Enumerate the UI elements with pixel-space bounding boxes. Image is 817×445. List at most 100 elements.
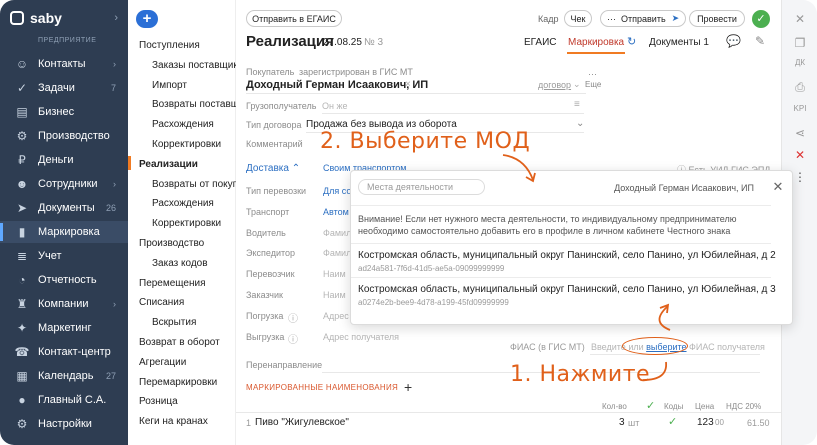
more-dots-icon[interactable]: ···	[588, 69, 597, 79]
field-value[interactable]: Для со	[323, 186, 351, 196]
submenu-item[interactable]: Заказ кодов	[152, 258, 236, 269]
submenu-item[interactable]: Импорт	[152, 80, 236, 91]
submenu-item[interactable]: Производство	[139, 238, 239, 249]
info-icon[interactable]: ⓘ	[288, 310, 298, 325]
nav-item-9[interactable]: ◔ Отчетность	[0, 269, 128, 291]
dk-icon[interactable]: ДК	[782, 58, 817, 67]
submenu-item[interactable]: Возвраты поставщикам	[152, 99, 236, 110]
nav-item-5[interactable]: ☻ Сотрудники ›	[0, 173, 128, 195]
row-price[interactable]: 123	[697, 417, 714, 428]
field-value[interactable]: Наим	[323, 269, 346, 279]
nav-item-3[interactable]: ⚙ Производство	[0, 125, 128, 147]
submenu-item[interactable]: Расхождения	[152, 198, 236, 209]
print-icon[interactable]: ⎙	[782, 80, 817, 95]
tab-documents[interactable]: Документы 1	[649, 37, 709, 48]
submenu-item[interactable]: Перемаркировки	[139, 377, 239, 388]
nav-item-2[interactable]: ▤ Бизнес	[0, 101, 128, 123]
submenu-item[interactable]: Реализации	[139, 159, 239, 170]
field-value[interactable]: Автом	[323, 207, 349, 217]
submenu-item[interactable]: Корректировки	[152, 218, 236, 229]
consignee-label: Грузополучатель	[246, 101, 317, 111]
field-label: Заказчик	[246, 290, 283, 300]
active-tab-underline	[567, 52, 625, 54]
address-option-2[interactable]: Костромская область, муниципальный округ…	[358, 284, 776, 295]
codes-ok-icon[interactable]: ✓	[668, 415, 677, 428]
delivery-toggle[interactable]: Доставка ⌃	[246, 163, 300, 174]
submenu-item[interactable]: Возвраты от покупателей	[152, 179, 236, 190]
list-icon[interactable]: ≡	[574, 99, 580, 110]
nav-item-8[interactable]: ≣ Учет	[0, 245, 128, 267]
consignee-input[interactable]: Он же	[322, 101, 348, 111]
contract-link[interactable]: договор	[538, 80, 571, 90]
row-qty[interactable]: 3	[619, 417, 625, 428]
more-label[interactable]: Еще	[585, 80, 601, 89]
chevron-right-icon[interactable]: ›	[113, 179, 116, 189]
comment-label[interactable]: Комментарий	[246, 139, 303, 149]
info-icon[interactable]: ⓘ	[288, 331, 298, 346]
field-value[interactable]: Адрес получателя	[323, 332, 399, 342]
tab-egais[interactable]: ЕГАИС	[524, 37, 557, 48]
chevron-right-icon[interactable]: ›	[113, 299, 116, 309]
submenu-item[interactable]: Корректировки	[152, 139, 236, 150]
submenu-item[interactable]: Расхождения	[152, 119, 236, 130]
address-option-1[interactable]: Костромская область, муниципальный округ…	[358, 250, 776, 261]
submenu-item[interactable]: Заказы поставщикам	[152, 60, 236, 71]
nav-item-7[interactable]: ▮ Маркировка	[0, 221, 128, 243]
submenu-item[interactable]: Списания	[139, 297, 239, 308]
field-value[interactable]: Фамил	[323, 248, 351, 258]
nav-item-4[interactable]: ₽ Деньги	[0, 149, 128, 171]
add-item-icon[interactable]: +	[404, 379, 412, 395]
copy-icon[interactable]: ❐	[782, 36, 817, 50]
clear-icon[interactable]: ×	[405, 79, 411, 90]
send-button[interactable]: ··· Отправить ➤	[600, 10, 686, 27]
delete-icon[interactable]: ✕	[782, 148, 817, 162]
chat-icon[interactable]: 💬	[726, 34, 741, 48]
chevron-right-icon[interactable]: ›	[113, 59, 116, 69]
close-icon[interactable]: ✕	[782, 12, 817, 26]
chevron-down-icon[interactable]: ⌄	[573, 79, 581, 90]
staff-icon: ☻	[15, 177, 29, 191]
submenu-item[interactable]: Агрегации	[139, 357, 239, 368]
doc-number[interactable]: № 3	[364, 37, 383, 48]
field-value[interactable]: Адрес	[323, 311, 349, 321]
refresh-icon[interactable]: ↻	[627, 35, 636, 48]
nav-item-10[interactable]: ♜ Компании ›	[0, 293, 128, 315]
tab-marking[interactable]: Маркировка	[568, 37, 624, 48]
submenu-item[interactable]: Поступления	[139, 40, 239, 51]
post-button[interactable]: Провести	[689, 10, 745, 27]
nav-item-0[interactable]: ☺ Контакты ›	[0, 53, 128, 75]
submenu-item[interactable]: Кеги на кранах	[139, 416, 239, 427]
doc-date[interactable]: 27.08.25	[323, 37, 362, 48]
submenu-item[interactable]: Вскрытия	[152, 317, 236, 328]
check-button[interactable]: Чек	[564, 10, 592, 27]
submenu-item[interactable]: Возврат в оборот	[139, 337, 239, 348]
kpi-icon[interactable]: KPI	[782, 104, 817, 113]
logo[interactable]: saby	[10, 10, 62, 26]
collapse-chevron-icon[interactable]: ›	[114, 12, 118, 24]
nav-item-13[interactable]: ▦ Календарь 27	[0, 365, 128, 387]
row-name[interactable]: Пиво "Жигулевское"	[255, 417, 349, 428]
doc-title: Реализация	[246, 33, 334, 50]
popup-close-icon[interactable]: ✕	[767, 177, 789, 197]
kadr-label[interactable]: Кадр	[538, 14, 559, 24]
chevron-down-icon[interactable]: ⌄	[576, 118, 584, 129]
field-value[interactable]: Наим	[323, 290, 346, 300]
nav-item-11[interactable]: ✦ Маркетинг	[0, 317, 128, 339]
nav-item-14[interactable]: ● Главный С.А.	[0, 389, 128, 411]
send-egais-button[interactable]: Отправить в ЕГАИС	[246, 10, 342, 27]
nav-item-15[interactable]: ⚙ Настройки	[0, 413, 128, 435]
nav-item-6[interactable]: ➤ Документы 26	[0, 197, 128, 219]
submenu-item[interactable]: Розница	[139, 396, 239, 407]
edit-icon[interactable]: ✎	[755, 34, 765, 48]
share-icon[interactable]: ⋖	[782, 126, 817, 140]
activity-search-input[interactable]: Места деятельности	[358, 179, 485, 195]
submenu-item[interactable]: Перемещения	[139, 278, 239, 289]
divider	[322, 113, 584, 114]
nav-item-1[interactable]: ✓ Задачи 7	[0, 77, 128, 99]
confirm-check-icon[interactable]: ✓	[752, 10, 770, 28]
nav-item-12[interactable]: ☎ Контакт-центр	[0, 341, 128, 363]
create-button[interactable]: +	[136, 10, 158, 28]
field-value[interactable]: Фамил	[323, 228, 351, 238]
buyer-name[interactable]: Доходный Герман Исаакович, ИП	[246, 79, 428, 91]
money-icon: ₽	[18, 153, 26, 167]
